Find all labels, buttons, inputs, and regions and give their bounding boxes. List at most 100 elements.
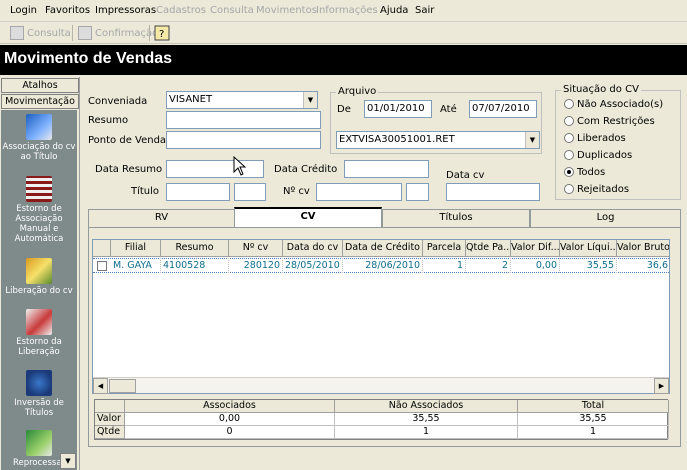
radio-duplicados[interactable]: Duplicados [564, 148, 632, 162]
scroll-right-icon[interactable]: ▶ [654, 378, 669, 394]
menu-login[interactable]: Login [10, 5, 37, 16]
ncv-label: Nº cv [283, 186, 310, 197]
horizontal-scrollbar[interactable]: ◀ ▶ [93, 377, 669, 394]
summary-header: Não Associados [335, 400, 518, 413]
sidebar-item-label: Liberação do cv [5, 286, 73, 296]
summary-table: Associados Não Associados Total Valor 0,… [94, 399, 669, 440]
scroll-left-icon[interactable]: ◀ [93, 378, 108, 394]
sidebar-item-label: Associação do cv ao Título [2, 142, 76, 162]
shortcut-list: Associação do cv ao Título Estorno de As… [1, 110, 77, 470]
sidebar-item-estorno-associacao[interactable]: Estorno de Associação Manual e Automátic… [1, 176, 77, 244]
arquivo-file-select[interactable]: EXTVISA30051001.RET ▼ [336, 131, 540, 149]
radio-button[interactable] [564, 116, 574, 126]
titulo-parcela-input[interactable] [234, 183, 266, 201]
radio-label: Liberados [577, 132, 626, 144]
titulo-input[interactable] [166, 183, 230, 201]
grid-header[interactable]: Valor Líqui... [560, 240, 617, 257]
conveniada-select[interactable]: VISANET ▼ [166, 91, 318, 109]
radio-rejeitados[interactable]: Rejeitados [564, 182, 629, 196]
grid-header[interactable]: Nº cv [229, 240, 283, 257]
table-cell: 28/06/2010 [343, 258, 423, 273]
radio-com-restricoes[interactable]: Com Restrições [564, 114, 655, 128]
menu-impressoras[interactable]: Impressoras [95, 5, 156, 16]
chevron-down-icon[interactable]: ▼ [303, 92, 317, 108]
date-from-input[interactable]: 01/01/2010 [364, 100, 432, 118]
ncv-input[interactable] [316, 183, 402, 201]
invert-titles-icon [26, 370, 52, 396]
svg-text:?: ? [159, 29, 164, 40]
tab-log[interactable]: Log [530, 209, 681, 227]
reprocess-icon [26, 430, 52, 456]
table-cell: 280120 [229, 258, 283, 273]
menu-cadastros[interactable]: Cadastros [156, 5, 206, 16]
confirmacao-button[interactable]: Confirmação [78, 25, 158, 41]
ncv-digit-input[interactable] [406, 183, 429, 201]
ponto-de-venda-input[interactable] [166, 131, 321, 149]
grid-header[interactable]: Data de Crédito [343, 240, 423, 257]
summary-cell: 0,00 [125, 413, 335, 426]
sidebar-item-associacao[interactable]: Associação do cv ao Título [1, 114, 77, 162]
radio-button[interactable] [564, 184, 574, 194]
menu-consulta[interactable]: Consulta [210, 5, 254, 16]
tab-rv[interactable]: RV [88, 209, 235, 227]
tab-titulos[interactable]: Títulos [382, 209, 530, 227]
summary-row-label: Valor [95, 413, 125, 426]
calendar-reversal-icon [26, 176, 52, 202]
table-cell: 28/05/2010 [283, 258, 343, 273]
release-document-icon [26, 258, 52, 284]
grid-header[interactable]: Valor Dif... [511, 240, 560, 257]
conveniada-label: Conveniada [88, 96, 148, 107]
sidebar-item-inversao[interactable]: Inversão de Títulos [1, 370, 77, 418]
sidebar-scroll-down-button[interactable]: ▼ [60, 453, 76, 469]
radio-button[interactable] [564, 150, 574, 160]
window-title-bar: Movimento de Vendas [0, 45, 687, 75]
data-resumo-input[interactable] [166, 160, 264, 178]
data-resumo-label: Data Resumo [95, 164, 163, 175]
de-label: De [337, 104, 351, 115]
arquivo-file-value: EXTVISA30051001.RET [339, 134, 455, 145]
resumo-input[interactable] [166, 111, 321, 129]
radio-label: Não Associado(s) [577, 98, 664, 110]
menu-sair[interactable]: Sair [415, 5, 434, 16]
sidebar-item-liberacao[interactable]: Liberação do cv [1, 258, 77, 296]
data-credito-input[interactable] [344, 160, 429, 178]
summary-cell: 35,55 [518, 413, 669, 426]
sidebar-item-label: Inversão de Títulos [14, 398, 64, 418]
grid-header[interactable]: Qtde Pa... [466, 240, 511, 257]
consulta-button[interactable]: Consulta [10, 25, 71, 41]
help-button[interactable]: ? [154, 25, 170, 41]
radio-button[interactable] [564, 99, 574, 109]
menu-favoritos[interactable]: Favoritos [45, 5, 90, 16]
radio-button[interactable] [564, 167, 574, 177]
scroll-thumb[interactable] [109, 379, 136, 393]
summary-cell: 0 [125, 426, 335, 439]
radio-button[interactable] [564, 133, 574, 143]
cv-grid[interactable]: Filial Resumo Nº cv Data do cv Data de C… [92, 239, 670, 394]
data-cv-input[interactable] [446, 183, 540, 201]
ate-label: Até [440, 104, 457, 115]
atalhos-header[interactable]: Atalhos [1, 78, 79, 93]
grid-header[interactable]: Data do cv [283, 240, 343, 257]
mouse-cursor-icon [233, 156, 247, 176]
date-to-input[interactable]: 07/07/2010 [469, 100, 537, 118]
row-checkbox[interactable] [97, 261, 107, 271]
movimentacao-header[interactable]: Movimentação [1, 94, 79, 109]
radio-liberados[interactable]: Liberados [564, 131, 626, 145]
tab-cv[interactable]: CV [234, 207, 382, 228]
grid-header[interactable]: Parcela [423, 240, 466, 257]
release-reversal-icon [26, 309, 52, 335]
chevron-down-icon[interactable]: ▼ [525, 132, 539, 148]
grid-header[interactable]: Valor Bruto... [617, 240, 669, 257]
sidebar-item-label: Estorno de Associação Manual e Automátic… [14, 204, 64, 244]
menu-ajuda[interactable]: Ajuda [380, 5, 408, 16]
menu-informacoes[interactable]: Informações [316, 5, 378, 16]
radio-todos[interactable]: Todos [564, 165, 605, 179]
grid-header[interactable]: Resumo [161, 240, 229, 257]
situacao-group-title: Situação do CV [561, 84, 641, 95]
table-cell: 1 [423, 258, 466, 273]
sidebar-item-estorno-liberacao[interactable]: Estorno da Liberação [1, 309, 77, 357]
table-cell: 35,55 [560, 258, 617, 273]
radio-nao-associados[interactable]: Não Associado(s) [564, 97, 663, 111]
menu-movimentos[interactable]: Movimentos [256, 5, 317, 16]
grid-header[interactable]: Filial [111, 240, 161, 257]
